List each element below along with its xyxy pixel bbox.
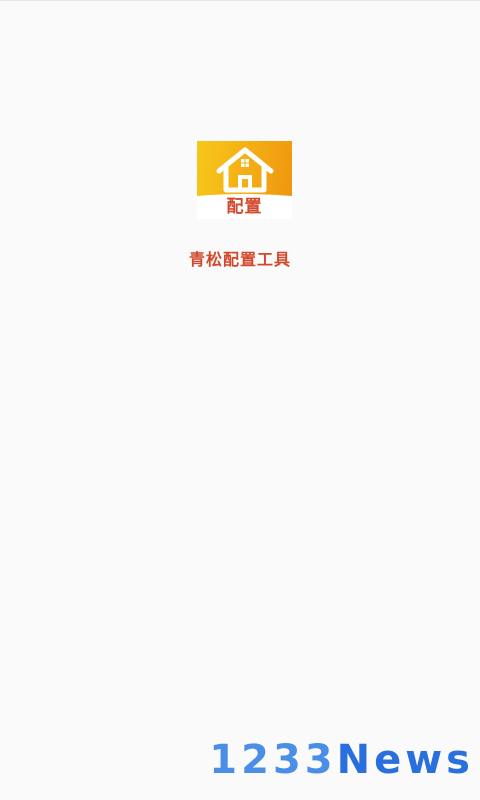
house-icon xyxy=(216,147,274,193)
app-logo: 配置 xyxy=(197,141,292,219)
watermark: 1233News xyxy=(209,738,474,782)
watermark-letters: News xyxy=(336,737,474,783)
watermark-digits: 1233 xyxy=(209,737,337,783)
logo-text: 配置 xyxy=(226,197,263,217)
status-divider xyxy=(0,0,480,1)
app-name: 青松配置工具 xyxy=(188,250,291,269)
